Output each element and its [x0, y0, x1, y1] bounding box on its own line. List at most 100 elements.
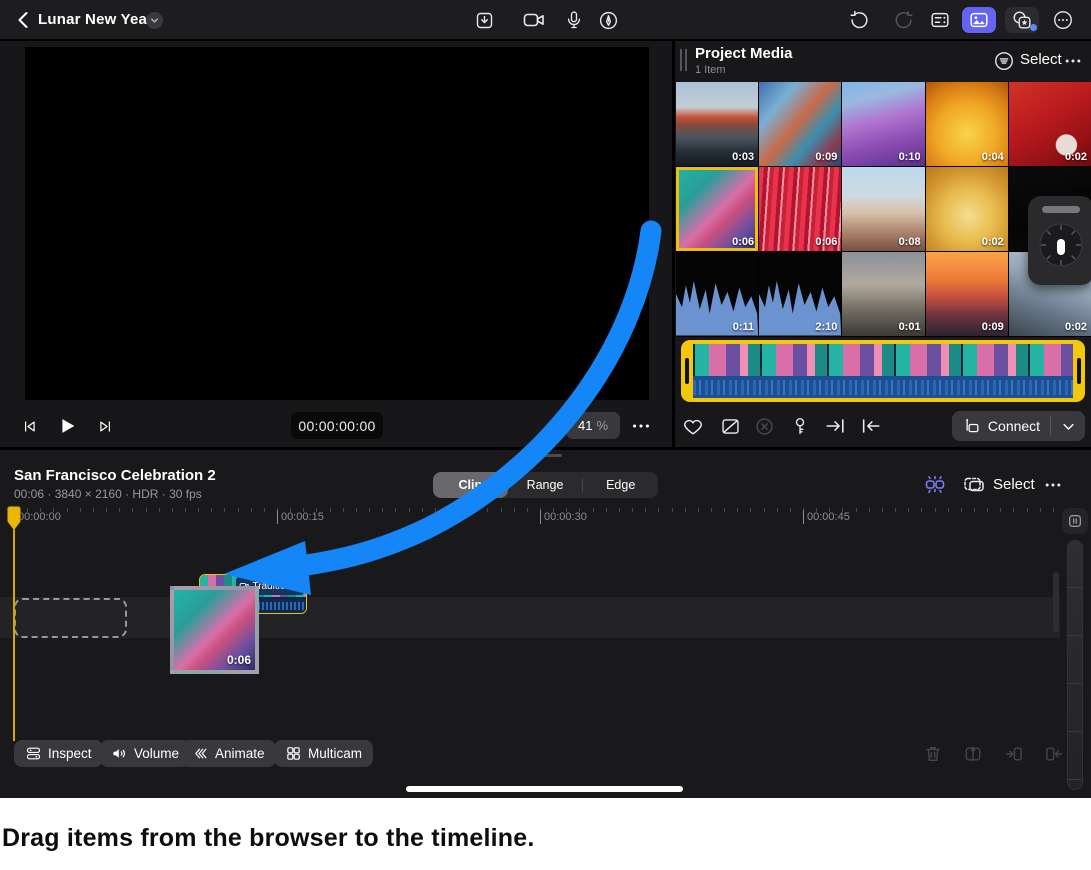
clip-duration: 2:10 [815, 321, 837, 333]
media-thumbnail-waveform-2[interactable]: 2:10 [759, 252, 841, 336]
media-thumbnail-waveform-1[interactable]: 0:11 [676, 252, 758, 336]
ruler-tick [882, 508, 883, 512]
media-thumbnail-yellow-lion[interactable]: 0:04 [926, 82, 1008, 166]
selected-clip-filmstrip[interactable] [681, 340, 1085, 402]
media-thumbnail-red-lanterns[interactable]: 0:02 [1009, 82, 1091, 166]
connect-button[interactable]: Connect [952, 411, 1085, 441]
back-button[interactable] [12, 8, 36, 32]
jog-wheel-widget[interactable] [1028, 196, 1091, 285]
jog-wheel-dial[interactable] [1038, 222, 1084, 268]
ruler-tick [790, 508, 791, 512]
media-thumbnail-lucky-cat[interactable]: 0:02 [926, 167, 1008, 251]
tab-clip[interactable]: Clip [433, 472, 508, 498]
jog-wheel-handle[interactable] [1042, 206, 1080, 213]
delete-clip-button[interactable] [919, 740, 947, 767]
more-menu-button[interactable] [1048, 7, 1078, 33]
record-audio-button[interactable] [559, 7, 589, 33]
timeline-zoom-slider[interactable] [1067, 540, 1083, 790]
viewer-panel: 00:00:00:00 41% [0, 41, 672, 447]
media-thumbnail-bay-bridge[interactable]: 0:09 [926, 252, 1008, 336]
ruler-tick [908, 508, 909, 512]
media-browser-button[interactable] [962, 7, 996, 33]
media-thumbnail-golden-gate-couple[interactable]: 0:03 [676, 82, 758, 166]
connect-button-main[interactable]: Connect [952, 417, 1050, 436]
ruler-tick [777, 508, 778, 512]
project-menu-button[interactable] [146, 12, 163, 29]
redo-icon [893, 9, 915, 31]
reject-button[interactable] [717, 413, 743, 439]
browser-more-button[interactable] [1061, 51, 1085, 71]
inspect-button[interactable]: Inspect [14, 740, 103, 767]
ruler-tick [527, 508, 528, 512]
effects-button[interactable] [1005, 7, 1039, 33]
timeline-select-button[interactable]: Select [993, 476, 1035, 493]
media-thumbnail-parade-women[interactable]: 0:08 [842, 167, 924, 251]
inspector-button[interactable] [925, 7, 955, 33]
keyword-button[interactable] [787, 413, 813, 439]
ruler-tick [382, 508, 383, 512]
delete-selection-button[interactable] [751, 413, 777, 439]
top-toolbar: Lunar New Year [0, 0, 1091, 40]
timeline-edge-handle[interactable] [1053, 572, 1059, 632]
trim-handle-right[interactable] [1077, 358, 1081, 384]
insert-from-start-button[interactable] [858, 413, 884, 439]
clip-height-button[interactable] [1062, 508, 1088, 534]
multicam-button[interactable]: Multicam [274, 740, 373, 767]
inspect-icon [25, 745, 42, 762]
ruler-tick [119, 508, 120, 512]
ruler-tick [698, 508, 699, 512]
project-title: Lunar New Year [38, 11, 153, 28]
media-thumbnail-purple-lion[interactable]: 0:10 [842, 82, 924, 166]
ruler-tick [330, 508, 331, 512]
browser-header: Project Media 1 Item Select [675, 41, 1091, 82]
play-button[interactable] [54, 413, 80, 439]
connect-options-button[interactable] [1051, 419, 1085, 434]
animate-button[interactable]: Animate [181, 740, 276, 767]
ruler-tick [422, 508, 423, 512]
media-thumbnail-mural[interactable]: 0:09 [759, 82, 841, 166]
timeline-resize-handle[interactable] [528, 454, 562, 457]
favorite-button[interactable] [680, 413, 706, 439]
pencil-tool-button[interactable] [593, 7, 623, 33]
timecode-display[interactable]: 00:00:00:00 [291, 412, 383, 439]
trim-handle-left[interactable] [685, 358, 689, 384]
record-video-button[interactable] [519, 7, 549, 33]
dragged-thumbnail-duration: 0:06 [227, 653, 251, 667]
import-button[interactable] [469, 7, 499, 33]
media-thumbnail-city-hall[interactable]: 0:01 [842, 252, 924, 336]
volume-icon [111, 745, 128, 762]
overwrite-clip-button[interactable] [1040, 740, 1068, 767]
ruler-tick [395, 508, 396, 512]
video-canvas[interactable] [25, 47, 649, 400]
home-indicator[interactable] [406, 786, 683, 792]
browser-select-button[interactable]: Select [1020, 51, 1062, 68]
timeline-more-button[interactable] [1040, 476, 1066, 494]
split-clip-button[interactable] [959, 740, 987, 767]
skimming-toggle-button[interactable] [921, 471, 949, 497]
append-clip-button[interactable] [822, 413, 848, 439]
redo-button[interactable] [889, 7, 919, 33]
clip-duration: 0:11 [733, 321, 754, 333]
playhead-line[interactable] [13, 506, 15, 741]
browser-filter-button[interactable] [993, 50, 1015, 72]
insert-clip-button[interactable] [1000, 740, 1028, 767]
chevron-down-icon [1061, 419, 1076, 434]
ruler-tick [711, 508, 712, 512]
dragged-media-thumbnail[interactable]: 0:06 [170, 586, 259, 674]
clip-appearance-button[interactable] [960, 471, 988, 497]
media-thumbnail-opera-art[interactable]: 0:06 [676, 167, 758, 251]
tab-edge[interactable]: Edge [583, 472, 658, 498]
tab-range[interactable]: Range [508, 472, 583, 498]
viewer-options-button[interactable] [628, 413, 654, 439]
skip-to-end-button[interactable] [92, 413, 118, 439]
panel-drag-handle[interactable] [680, 49, 687, 71]
undo-button[interactable] [844, 7, 874, 33]
volume-button[interactable]: Volume [100, 740, 190, 767]
inspector-icon [929, 9, 951, 31]
viewer-zoom-control[interactable]: 41% [566, 412, 620, 439]
skip-to-start-button[interactable] [16, 413, 42, 439]
timeline-ruler[interactable]: 00:00:0000:00:1500:00:3000:00:45 [0, 506, 1060, 532]
media-thumbnail-red-ribbons[interactable]: 0:06 [759, 167, 841, 251]
caption-text: Drag items from the browser to the timel… [2, 824, 535, 853]
chevron-down-icon [149, 15, 160, 26]
